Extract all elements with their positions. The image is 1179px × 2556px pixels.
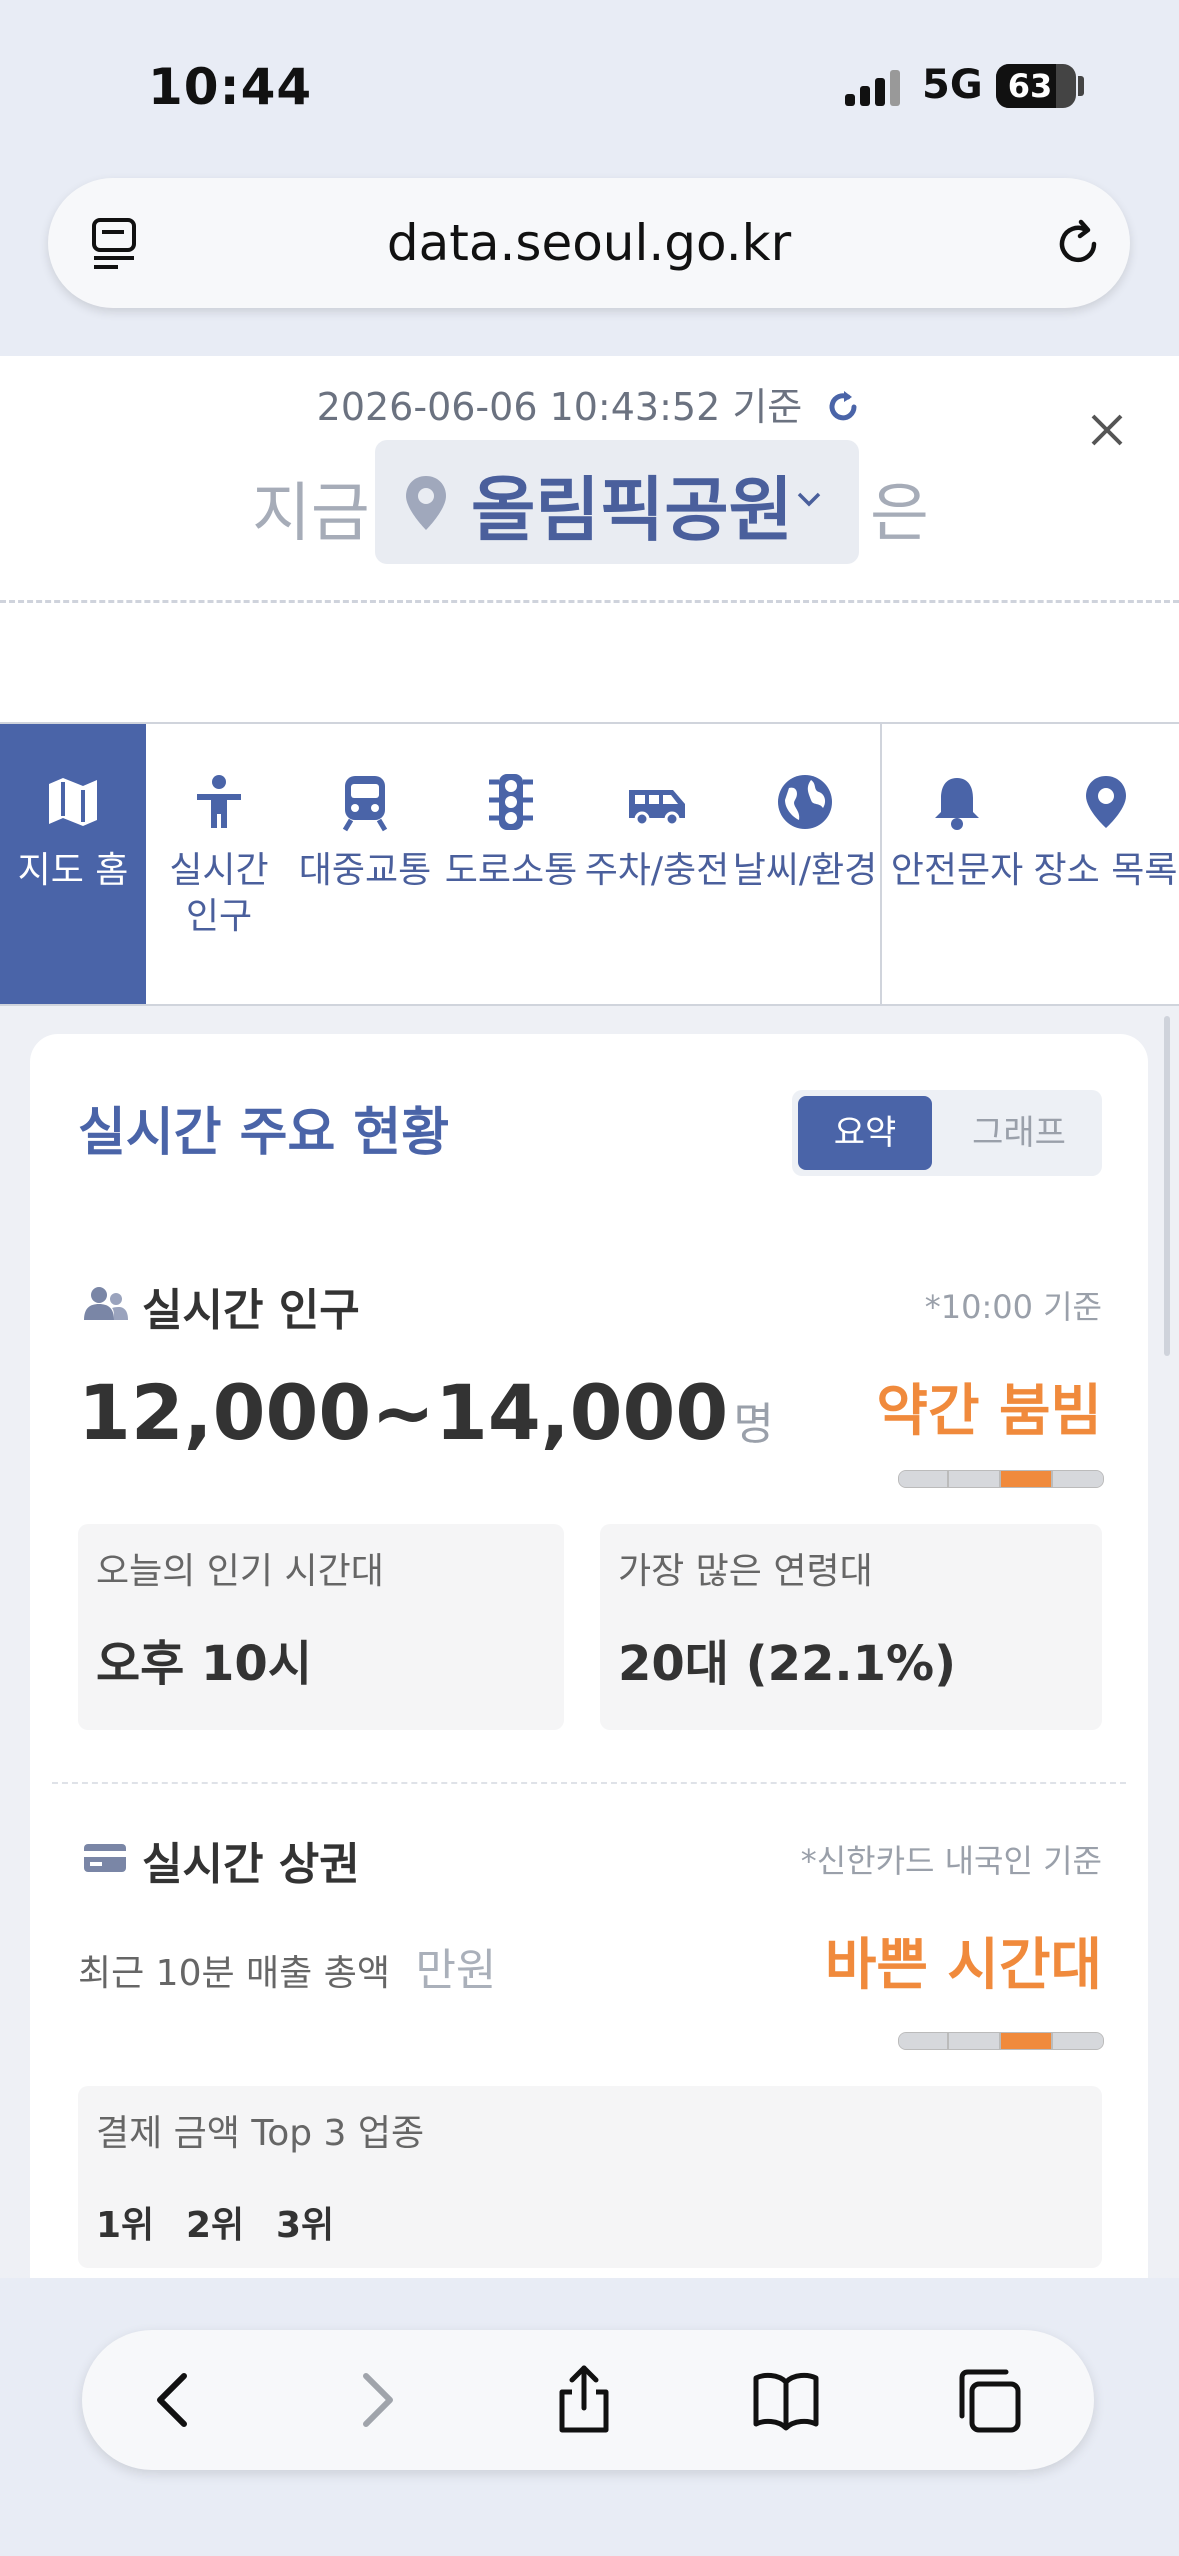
nav-item-population[interactable]: 실시간 인구 [146,724,292,1004]
person-icon [197,775,241,828]
back-icon[interactable] [138,2364,210,2436]
status-bar: 10:44 5G 63 [0,0,1179,170]
timestamp-row: 2026-06-06 10:43:52 기준 [0,376,1179,431]
status-card: 실시간 주요 현황 요약 그래프 실시간 인구 *10:00 기준 12,000… [30,1034,1148,2278]
top-age-box: 가장 많은 연령대 20대 (22.1%) [600,1524,1102,1730]
page-menu-icon[interactable] [88,216,144,272]
tab-summary[interactable]: 요약 [798,1096,932,1170]
nav-label: 대중교통 [298,850,432,891]
web-page: 2026-06-06 10:43:52 기준 지금 올림픽공원 은 지도 홈 실… [0,356,1179,2278]
divider [0,600,1179,603]
signal-icon [845,66,905,106]
bookmarks-icon[interactable] [750,2364,822,2436]
update-timestamp: 2026-06-06 10:43:52 기준 [316,385,803,429]
share-icon[interactable] [548,2364,620,2436]
battery-level: 63 [1007,67,1053,105]
nav-label: 지도 홈 [17,850,129,891]
forward-icon[interactable] [340,2364,412,2436]
location-select[interactable]: 올림픽공원 [375,440,859,564]
top-age-value: 20대 (22.1%) [618,1636,957,1692]
top-age-label: 가장 많은 연령대 [618,1551,873,1592]
category-nav: 지도 홈 실시간 인구 대중교통 도로소통 주차/충전 날씨/환경 안전문자 장… [0,722,1179,1006]
top3-title: 결제 금액 Top 3 업종 [96,2113,425,2154]
tabs-icon[interactable] [952,2364,1024,2436]
sales-unit: 만원 [415,1945,497,1996]
battery-cap [1078,76,1084,96]
commerce-gauge [898,2032,1104,2050]
view-toggle: 요약 그래프 [792,1090,1102,1176]
nav-label: 장소 목록 [1033,850,1178,891]
population-note: *10:00 기준 [924,1288,1102,1326]
traffic-light-icon [489,774,533,830]
nav-item-traffic[interactable]: 도로소통 [438,724,584,1004]
population-value-row: 12,000~14,000 명 [78,1368,774,1457]
map-icon [49,778,97,826]
network-type: 5G [922,62,983,108]
nav-label: 안전문자 [890,850,1024,891]
popular-time-value: 오후 10시 [96,1636,312,1692]
nav-item-weather[interactable]: 날씨/환경 [730,724,880,1004]
sales-row: 최근 10분 매출 총액 만원 [78,1934,496,1998]
population-value: 12,000~14,000 [78,1368,729,1457]
population-status: 약간 붐빔 [876,1379,1102,1444]
scrollbar[interactable] [1164,1016,1170,1356]
status-time: 10:44 [148,58,313,116]
sales-label: 최근 10분 매출 총액 [78,1953,390,1994]
refresh-icon[interactable] [824,388,862,426]
section-divider [52,1782,1126,1784]
rank-2: 2위 [186,2205,245,2246]
nav-item-map-home[interactable]: 지도 홈 [0,724,146,1004]
card-title: 실시간 주요 현황 [78,1103,450,1163]
van-icon [629,790,685,827]
nav-label: 주차/충전 [584,850,730,891]
popular-time-box: 오늘의 인기 시간대 오후 10시 [78,1524,564,1730]
population-title: 실시간 인구 [142,1285,360,1336]
address-bar[interactable]: data.seoul.go.kr [48,178,1130,308]
globe-icon [778,775,832,829]
rank-1: 1위 [96,2205,155,2246]
tab-graph[interactable]: 그래프 [942,1096,1096,1170]
url-text[interactable]: data.seoul.go.kr [48,178,1130,308]
population-gauge [898,1470,1104,1488]
nav-label: 도로소통 [444,850,578,891]
nav-item-safety-alerts[interactable]: 안전문자 [882,724,1032,1004]
pin-icon [1085,776,1126,828]
reload-icon[interactable] [1048,214,1108,274]
commerce-title: 실시간 상권 [142,1839,360,1890]
now-label: 지금 [252,477,370,551]
nav-label: 날씨/환경 [732,850,878,891]
location-header: 2026-06-06 10:43:52 기준 지금 올림픽공원 은 [0,356,1179,723]
rank-3: 3위 [276,2205,335,2246]
location-suffix: 은 [870,477,929,551]
chevron-down-icon [797,492,821,507]
browser-toolbar [82,2330,1094,2470]
nav-item-transit[interactable]: 대중교통 [292,724,438,1004]
location-row: 지금 올림픽공원 은 [0,440,1179,564]
train-icon [342,776,388,832]
location-pin-icon [406,476,446,530]
nav-item-parking[interactable]: 주차/충전 [584,724,730,1004]
battery-icon: 63 [996,64,1076,108]
people-icon [84,1287,128,1320]
commerce-status: 바쁜 시간대 [824,1933,1102,1998]
bell-icon [935,778,979,830]
card-icon [84,1844,126,1872]
location-name[interactable]: 올림픽공원 [471,454,793,555]
commerce-note: *신한카드 내국인 기준 [800,1842,1102,1880]
popular-time-label: 오늘의 인기 시간대 [96,1551,384,1592]
nav-label: 실시간 인구 [169,850,269,937]
nav-item-place-list[interactable]: 장소 목록 [1032,724,1179,1004]
top3-box: 결제 금액 Top 3 업종 1위 2위 3위 [78,2086,1102,2268]
